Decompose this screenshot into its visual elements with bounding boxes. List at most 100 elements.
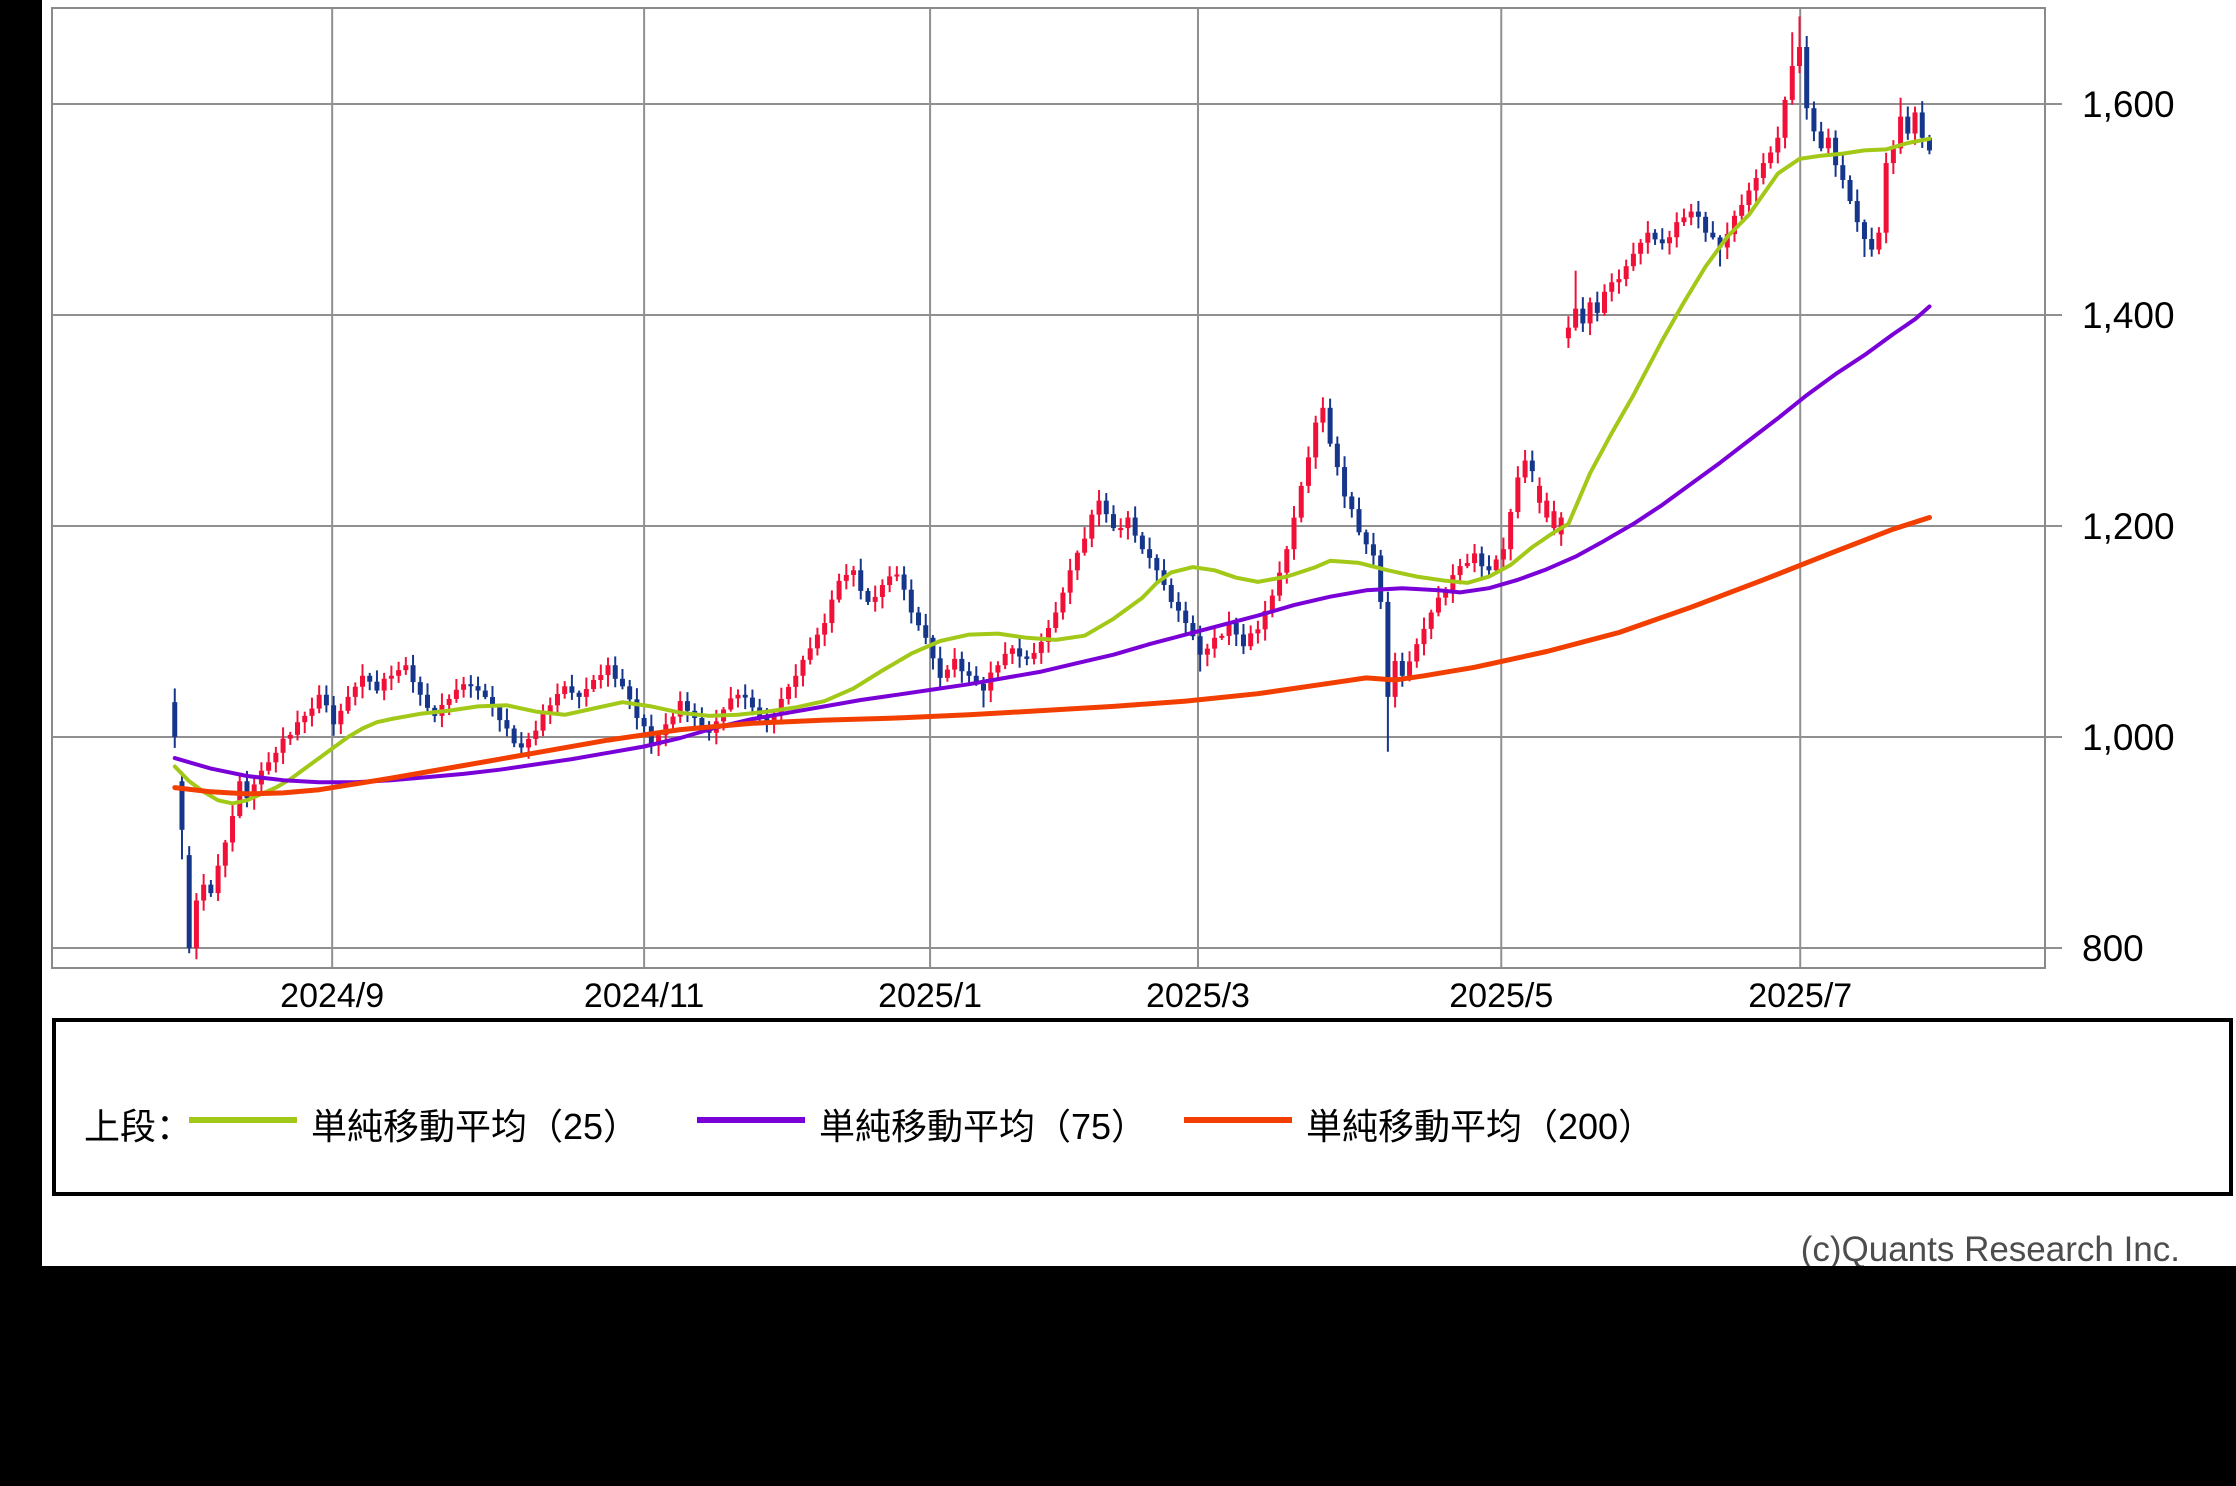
candle [1342, 456, 1347, 508]
candle [1371, 533, 1376, 567]
candle [959, 652, 964, 683]
candle [346, 686, 351, 714]
candle [1378, 550, 1383, 609]
candle [1292, 506, 1297, 560]
candle [1775, 127, 1780, 164]
svg-text:2024/9: 2024/9 [280, 977, 384, 1015]
candle [1754, 169, 1759, 201]
candle [1580, 297, 1585, 332]
candle [851, 566, 856, 587]
candle [1176, 592, 1181, 622]
candle [382, 673, 387, 700]
candle [1277, 561, 1282, 601]
candle [1118, 518, 1123, 537]
legend-prefix: 上段： [84, 1098, 192, 1150]
candle [1508, 509, 1513, 561]
candle [1660, 228, 1665, 249]
candle [468, 675, 473, 698]
candle [837, 574, 842, 603]
candle [1190, 615, 1195, 640]
candle [273, 747, 278, 773]
candle [187, 846, 192, 953]
svg-text:1,600: 1,600 [2082, 84, 2175, 125]
candle [504, 708, 509, 736]
candle [1306, 446, 1311, 493]
candle [1674, 212, 1679, 247]
candle [403, 657, 408, 675]
candle [598, 665, 603, 689]
candle [938, 647, 943, 688]
candle [353, 682, 358, 705]
candle [1869, 228, 1874, 257]
candle [1905, 107, 1910, 140]
candle [1212, 626, 1217, 657]
candle [360, 664, 365, 698]
candle [685, 692, 690, 722]
candle [606, 658, 611, 687]
sma200-line [175, 518, 1930, 794]
candle [569, 675, 574, 700]
candle [1068, 559, 1073, 604]
candle [909, 579, 914, 623]
candle [1169, 578, 1174, 608]
y-axis-labels: 8001,0001,2001,4001,600 [2082, 84, 2175, 969]
candle [461, 677, 466, 698]
x-axis-labels: 2024/92024/112025/12025/32025/52025/7 [280, 977, 1852, 1015]
candle [1826, 129, 1831, 157]
candle [678, 691, 683, 722]
candle [1638, 239, 1643, 264]
sma25-line [175, 139, 1930, 804]
svg-text:2025/5: 2025/5 [1449, 977, 1553, 1015]
candle [1645, 221, 1650, 254]
candle [1357, 498, 1362, 536]
candle [1335, 436, 1340, 475]
candle [1320, 397, 1325, 432]
candle [317, 685, 322, 713]
candle [945, 665, 950, 682]
candle [728, 687, 733, 712]
candle [1183, 602, 1188, 633]
candle [822, 614, 827, 646]
candle [1349, 492, 1354, 518]
candle [555, 683, 560, 715]
candle [829, 590, 834, 632]
svg-text:800: 800 [2082, 928, 2144, 969]
candle [1631, 243, 1636, 271]
candle [1876, 227, 1881, 254]
candle [1602, 284, 1607, 316]
candle [1913, 107, 1918, 145]
candle [1848, 175, 1853, 204]
candle [1017, 637, 1022, 668]
candle [295, 711, 300, 741]
svg-text:1,200: 1,200 [2082, 506, 2175, 547]
candle [1588, 298, 1593, 336]
candle [1797, 16, 1802, 73]
candle [743, 684, 748, 709]
candle [1530, 451, 1535, 483]
candle [902, 566, 907, 600]
candle [1544, 493, 1549, 523]
candle [179, 772, 184, 860]
candle [873, 586, 878, 612]
candle [1819, 122, 1824, 151]
candle [497, 704, 502, 732]
candle [735, 689, 740, 707]
candle [1573, 271, 1578, 331]
candle [1855, 190, 1860, 232]
candle [815, 628, 820, 656]
candle [1205, 644, 1210, 666]
candle [1768, 146, 1773, 168]
candle [562, 681, 567, 699]
candle [1255, 621, 1260, 644]
candle [577, 691, 582, 709]
candle [1783, 97, 1788, 149]
candle [281, 727, 286, 764]
candle [779, 688, 784, 722]
candle [1111, 505, 1116, 531]
candle [1537, 477, 1542, 513]
svg-text:2025/7: 2025/7 [1748, 977, 1852, 1015]
candle [1053, 602, 1058, 633]
sma200-line-swatch [1184, 1117, 1292, 1123]
legend-box: 上段： 単純移動平均（25） 単純移動平均（75） 単純移動平均（200） [52, 1018, 2233, 1196]
candle [887, 566, 892, 592]
